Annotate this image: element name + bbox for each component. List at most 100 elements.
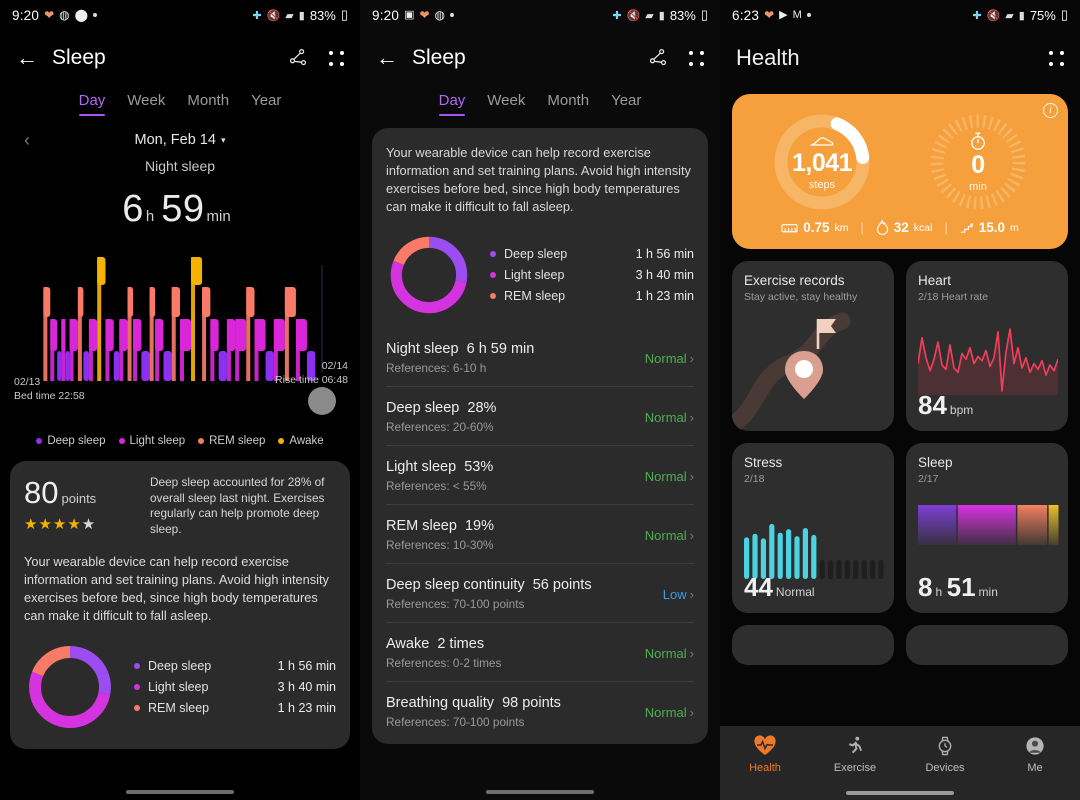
metric-row-light-sleep[interactable]: Light sleep 53% References: < 55% Normal… [386, 445, 694, 504]
signal-icon: ▮ [1018, 9, 1025, 22]
nav-health[interactable]: Health [720, 735, 810, 774]
tab-week[interactable]: Week [487, 92, 525, 116]
floors-stat: 15.0 m [960, 220, 1019, 235]
duration-minutes-unit: min [206, 208, 231, 225]
heart-icon: ❤ [419, 8, 430, 22]
status-time: 6:23 [732, 7, 760, 23]
home-indicator [486, 790, 594, 794]
mute-icon: 🔇 [986, 9, 1001, 22]
sleep-donut-chart [29, 646, 111, 728]
tile-sleep[interactable]: Sleep 2/17 8h 51 min [906, 443, 1068, 613]
chevron-right-icon: › [689, 468, 694, 484]
tab-month[interactable]: Month [187, 92, 229, 116]
legend-rem-sleep: REM sleep [198, 435, 265, 447]
app-bar: ← Sleep [0, 30, 360, 86]
app-bar: Health [720, 30, 1080, 86]
nav-me[interactable]: Me [990, 735, 1080, 774]
gmail-icon: M [792, 9, 802, 21]
message-icon: ⬤ [74, 8, 89, 22]
breakdown-row: REM sleep 1 h 23 min [490, 289, 694, 303]
chart-scrub-handle[interactable] [308, 387, 336, 415]
total-sleep-duration: 6 h 59 min [0, 188, 360, 231]
tab-week[interactable]: Week [127, 92, 165, 116]
breakdown-row: Light sleep 3 h 40 min [134, 680, 336, 694]
nav-devices[interactable]: Devices [900, 735, 990, 774]
youtube-icon: ▶ [779, 9, 788, 21]
stopwatch-icon [971, 132, 985, 150]
bluetooth-icon: ✚ [972, 9, 982, 22]
battery-icon: ▯ [340, 7, 348, 22]
heart-icon: ❤ [44, 8, 55, 22]
tab-year[interactable]: Year [251, 92, 281, 116]
signal-icon: ▮ [298, 9, 305, 22]
tab-day[interactable]: Day [78, 92, 105, 116]
stairs-icon [960, 222, 973, 233]
sleep-details-screen: 9:20 ▣ ❤ ◍ ✚ 🔇 ▰ ▮ 83% ▯ ← Sleep Day Wee… [360, 0, 720, 800]
metric-row-rem-sleep[interactable]: REM sleep 19% References: 10-30% Normal › [386, 504, 694, 563]
sleep-donut-chart [390, 236, 468, 314]
share-nodes-icon[interactable] [287, 47, 309, 69]
grid-menu-icon[interactable] [689, 50, 704, 66]
steps-value: 1,041 [791, 148, 853, 177]
breakdown-row: Deep sleep 1 h 56 min [134, 659, 336, 673]
nav-exercise[interactable]: Exercise [810, 735, 900, 774]
health-tiles-grid-partial [732, 625, 1068, 665]
back-button[interactable]: ← [376, 45, 406, 71]
heart-rate-chart [918, 328, 1058, 395]
grid-menu-icon[interactable] [329, 50, 344, 66]
duration-hours: 6 [122, 188, 144, 230]
stress-bar-chart [744, 523, 884, 579]
chevron-right-icon: › [689, 586, 694, 602]
grid-menu-icon[interactable] [1049, 50, 1064, 66]
metric-row-night-sleep[interactable]: Night sleep 6 h 59 min References: 6-10 … [386, 328, 694, 386]
tab-year[interactable]: Year [611, 92, 641, 116]
wifi-icon: ▰ [1005, 9, 1014, 22]
page-title: Health [736, 45, 800, 70]
chevron-right-icon: › [689, 645, 694, 661]
whatsapp-icon: ◍ [434, 8, 446, 22]
page-title: Sleep [412, 46, 466, 69]
steps-unit: steps [808, 178, 836, 191]
tile-partial-right[interactable] [906, 625, 1068, 665]
tile-stress[interactable]: Stress 2/18 44 Normal [732, 443, 894, 613]
current-date[interactable]: Mon, Feb 14 [135, 132, 216, 148]
metric-row-breathing-quality[interactable]: Breathing quality 98 points References: … [386, 681, 694, 740]
heart-pulse-icon [754, 735, 776, 755]
wifi-icon: ▰ [285, 9, 294, 22]
hypnogram-chart[interactable]: 02/13 Bed time 22:58 02/14 Rise time 06:… [0, 239, 360, 415]
page-title: Sleep [52, 46, 106, 69]
tile-heart[interactable]: Heart 2/18 Heart rate 84 bpm [906, 261, 1068, 431]
sleep-day-screen: 9:20 ❤ ◍ ⬤ ✚ 🔇 ▰ ▮ 83% ▯ ← Sleep Day Wee… [0, 0, 360, 800]
sleep-score-card[interactable]: 80 points ★★★★★ Deep sleep accounted for … [10, 461, 350, 749]
share-nodes-icon[interactable] [647, 47, 669, 69]
previous-day-button[interactable]: ‹ [24, 130, 30, 151]
app-bar: ← Sleep [360, 30, 720, 86]
back-button[interactable]: ← [16, 45, 46, 71]
tab-month[interactable]: Month [547, 92, 589, 116]
battery-level: 83% [669, 7, 696, 23]
home-indicator [126, 790, 234, 794]
bottom-navigation: Health Exercise Devices Me [720, 726, 1080, 800]
metric-row-awake[interactable]: Awake 2 times References: 0-2 times Norm… [386, 622, 694, 681]
sleep-type-label: Night sleep [144, 158, 216, 174]
metric-row-deep-sleep[interactable]: Deep sleep 28% References: 20-60% Normal… [386, 386, 694, 445]
score-value: 80 [24, 475, 59, 510]
metric-row-deep-sleep-continuity[interactable]: Deep sleep continuity 56 points Referenc… [386, 563, 694, 622]
person-icon [1026, 737, 1044, 755]
tile-partial-left[interactable] [732, 625, 894, 665]
distance-icon [781, 223, 798, 232]
exercise-minutes-value: 0 [971, 151, 985, 179]
breakdown-row: Deep sleep 1 h 56 min [490, 247, 694, 261]
chevron-right-icon: › [689, 527, 694, 543]
exercise-minutes-ring: 0 min [926, 110, 1030, 214]
activity-summary-card[interactable]: i 1,041 steps 0 min 0.75 km | 32 kcal | … [732, 94, 1068, 249]
tile-exercise-records[interactable]: Exercise records Stay active, stay healt… [732, 261, 894, 431]
chart-end-label: 02/14 Rise time 06:48 [275, 360, 348, 386]
chevron-down-icon[interactable]: ▾ [221, 135, 226, 146]
sleep-stage-chart [918, 505, 1059, 545]
info-icon[interactable]: i [1043, 103, 1058, 118]
chevron-right-icon: › [689, 409, 694, 425]
sleep-stage-legend: Deep sleep Light sleep REM sleep Awake [0, 435, 360, 447]
battery-icon: ▯ [1060, 7, 1068, 22]
tab-day[interactable]: Day [438, 92, 465, 116]
